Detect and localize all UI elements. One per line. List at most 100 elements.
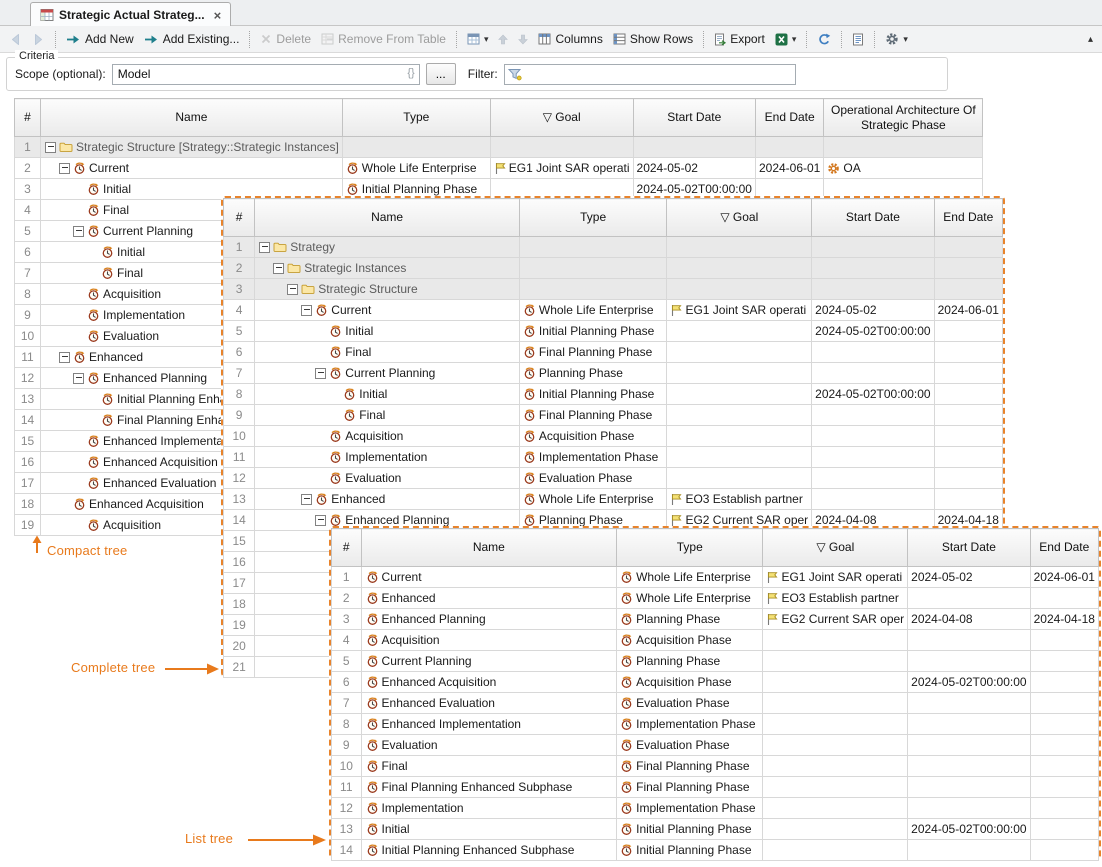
type-cell[interactable] [342,137,490,158]
row-number-cell[interactable]: 19 [224,615,255,636]
start-date-cell[interactable] [908,693,1030,714]
column-header[interactable]: # [224,199,255,237]
start-date-cell[interactable]: 2024-05-02T00:00:00 [908,672,1030,693]
goal-cell[interactable] [667,405,812,426]
goal-cell[interactable] [667,447,812,468]
name-cell[interactable]: Current [41,158,343,179]
row-number-cell[interactable]: 19 [15,515,41,536]
row-number-cell[interactable]: 10 [224,426,255,447]
start-date-cell[interactable] [908,798,1030,819]
selection-mode-button[interactable]: ▾ [463,30,493,48]
row-number-cell[interactable]: 1 [15,137,41,158]
row-number-cell[interactable]: 9 [332,735,362,756]
name-cell[interactable]: Enhanced Evaluation [361,693,617,714]
expander-minus-icon[interactable] [301,494,312,505]
goal-cell[interactable] [667,342,812,363]
type-cell[interactable]: Final Planning Phase [617,756,763,777]
goal-cell[interactable] [667,468,812,489]
type-cell[interactable]: Acquisition Phase [519,426,667,447]
row-number-cell[interactable]: 2 [224,258,255,279]
end-date-cell[interactable] [934,468,1002,489]
end-date-cell[interactable] [934,363,1002,384]
start-date-cell[interactable] [908,588,1030,609]
goal-cell[interactable] [667,237,812,258]
row-number-cell[interactable]: 11 [332,777,362,798]
goal-cell[interactable] [490,137,633,158]
table-row[interactable]: 3Enhanced PlanningPlanning PhaseEG2 Curr… [332,609,1099,630]
table-row[interactable]: 14Initial Planning Enhanced SubphaseInit… [332,840,1099,861]
row-number-cell[interactable]: 5 [224,321,255,342]
type-cell[interactable]: Whole Life Enterprise [342,158,490,179]
row-number-cell[interactable]: 17 [15,473,41,494]
name-cell[interactable]: Final [255,342,520,363]
type-cell[interactable]: Whole Life Enterprise [617,588,763,609]
start-date-cell[interactable]: 2024-05-02T00:00:00 [908,819,1030,840]
name-cell[interactable]: Implementation [361,798,617,819]
expander-minus-icon[interactable] [73,373,84,384]
type-cell[interactable]: Initial Planning Phase [519,384,667,405]
row-number-cell[interactable]: 16 [224,552,255,573]
end-date-cell[interactable]: 2024-04-18 [1030,609,1098,630]
table-row[interactable]: 7Enhanced EvaluationEvaluation Phase [332,693,1099,714]
goal-cell[interactable] [667,363,812,384]
table-row[interactable]: 2EnhancedWhole Life EnterpriseEO3 Establ… [332,588,1099,609]
row-number-cell[interactable]: 13 [224,489,255,510]
column-header[interactable]: Operational Architecture Of Strategic Ph… [824,99,983,137]
column-header[interactable]: ▽ Goal [667,199,812,237]
table-row[interactable]: 4AcquisitionAcquisition Phase [332,630,1099,651]
expander-minus-icon[interactable] [287,284,298,295]
name-cell[interactable]: Enhanced [361,588,617,609]
table-row[interactable]: 12ImplementationImplementation Phase [332,798,1099,819]
show-rows-button[interactable]: Show Rows [609,29,697,49]
end-date-cell[interactable] [934,237,1002,258]
row-number-cell[interactable]: 4 [332,630,362,651]
table-row[interactable]: 5Current PlanningPlanning Phase [332,651,1099,672]
end-date-cell[interactable] [934,321,1002,342]
end-date-cell[interactable] [934,447,1002,468]
start-date-cell[interactable] [812,237,934,258]
expander-minus-icon[interactable] [315,515,326,526]
column-header[interactable]: Start Date [812,199,934,237]
row-number-cell[interactable]: 21 [224,657,255,678]
end-date-cell[interactable] [755,137,823,158]
row-number-cell[interactable]: 9 [224,405,255,426]
end-date-cell[interactable]: 2024-06-01 [755,158,823,179]
forward-button[interactable] [28,30,49,49]
column-header[interactable]: End Date [755,99,823,137]
name-cell[interactable]: Strategic Instances [255,258,520,279]
row-number-cell[interactable]: 18 [15,494,41,515]
type-cell[interactable]: Planning Phase [617,651,763,672]
start-date-cell[interactable]: 2024-05-02 [812,300,934,321]
end-date-cell[interactable] [1030,819,1098,840]
type-cell[interactable]: Evaluation Phase [519,468,667,489]
move-down-button[interactable] [514,31,532,48]
name-cell[interactable]: Initial [361,819,617,840]
row-number-cell[interactable]: 18 [224,594,255,615]
table-row[interactable]: 12EvaluationEvaluation Phase [224,468,1003,489]
tab-close-icon[interactable]: × [214,8,222,23]
row-number-cell[interactable]: 14 [15,410,41,431]
row-number-cell[interactable]: 7 [15,263,41,284]
end-date-cell[interactable] [934,258,1002,279]
column-header[interactable]: Type [617,529,763,567]
goal-cell[interactable] [763,819,908,840]
row-number-cell[interactable]: 11 [224,447,255,468]
row-number-cell[interactable]: 8 [332,714,362,735]
type-cell[interactable]: Initial Planning Phase [519,321,667,342]
table-row[interactable]: 9FinalFinal Planning Phase [224,405,1003,426]
row-number-cell[interactable]: 11 [15,347,41,368]
expander-minus-icon[interactable] [315,368,326,379]
row-number-cell[interactable]: 17 [224,573,255,594]
table-row[interactable]: 2CurrentWhole Life EnterpriseEG1 Joint S… [15,158,983,179]
column-header[interactable]: # [15,99,41,137]
start-date-cell[interactable] [908,735,1030,756]
end-date-cell[interactable] [1030,714,1098,735]
back-button[interactable] [5,30,26,49]
table-row[interactable]: 7Current PlanningPlanning Phase [224,363,1003,384]
row-number-cell[interactable]: 12 [224,468,255,489]
end-date-cell[interactable] [1030,693,1098,714]
table-options-button[interactable]: ▾ [881,29,912,49]
start-date-cell[interactable] [812,447,934,468]
collapse-toolbar-button[interactable]: ▴ [1084,31,1097,48]
expander-minus-icon[interactable] [259,242,270,253]
